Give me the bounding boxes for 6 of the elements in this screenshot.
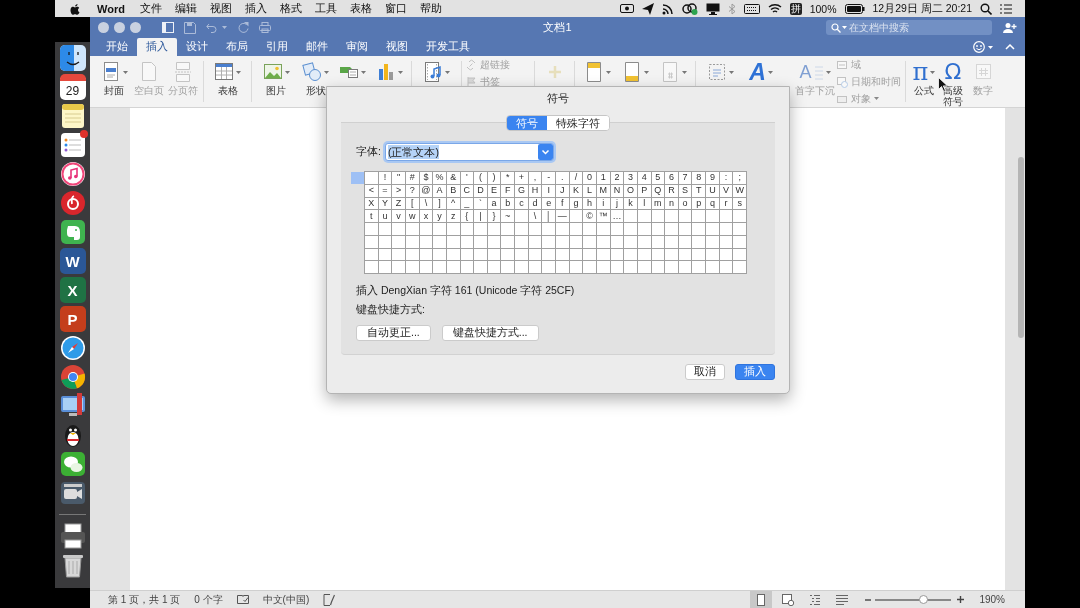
window-title: 文档1 [543,20,572,35]
dialog-title: 符号 [547,91,569,105]
shortcut-label: 键盘快捷方式: [356,302,425,316]
font-label: 字体: [356,145,381,159]
character-info: 插入 DengXian 字符 161 (Unicode 字符 25CF) [356,283,575,297]
battery-percentage: 100% [809,2,837,15]
